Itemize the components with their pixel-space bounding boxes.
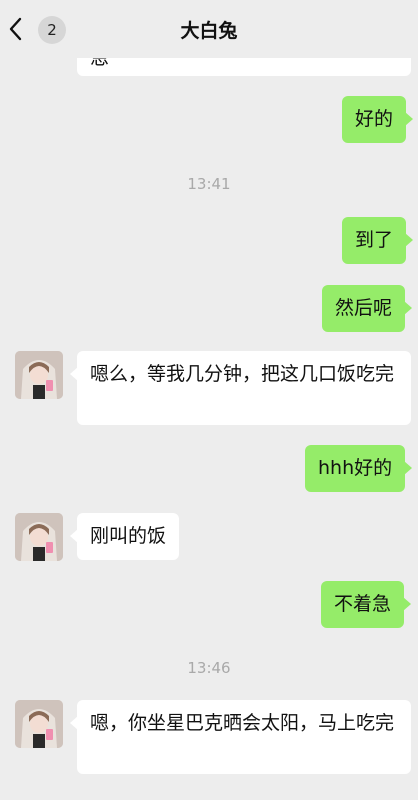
message-text: 嗯么，等我几分钟，把这几口饭吃完 <box>90 363 395 385</box>
avatar-photo <box>15 700 63 748</box>
contact-avatar[interactable] <box>15 351 63 399</box>
unread-count-badge[interactable]: 2 <box>38 16 66 44</box>
avatar-photo <box>15 351 63 399</box>
message-text: 然后呢 <box>335 297 393 319</box>
message-bubble-incoming[interactable]: 嗯，你坐星巴克晒会太阳，马上吃完 <box>70 700 411 774</box>
message-text: 刚叫的饭 <box>90 525 167 547</box>
message-text: 好的 <box>355 108 394 130</box>
chat-message-list[interactable]: 恩 好的 13:41 到了 然后呢 嗯么，等我几分钟，把这几口饭吃完 hhh好的 <box>0 0 418 800</box>
avatar-photo <box>15 513 63 561</box>
message-text: hhh好的 <box>318 457 393 479</box>
message-bubble-outgoing[interactable]: 然后呢 <box>322 285 413 332</box>
message-bubble-incoming[interactable]: 嗯么，等我几分钟，把这几口饭吃完 <box>70 351 411 425</box>
contact-avatar[interactable] <box>15 700 63 748</box>
message-bubble-incoming[interactable]: 刚叫的饭 <box>69 513 180 560</box>
message-text: 不着急 <box>334 593 392 615</box>
timestamp: 13:46 <box>187 659 231 677</box>
message-bubble-outgoing[interactable]: hhh好的 <box>305 445 413 492</box>
message-bubble-outgoing[interactable]: 到了 <box>342 217 414 264</box>
message-text: 嗯，你坐星巴克晒会太阳，马上吃完 <box>90 712 395 734</box>
nav-bar: 2 大白兔 <box>0 0 418 58</box>
chevron-left-icon <box>9 17 22 41</box>
timestamp: 13:41 <box>187 175 231 193</box>
message-text: 到了 <box>355 229 394 251</box>
contact-avatar[interactable] <box>15 513 63 561</box>
message-bubble-outgoing[interactable]: 不着急 <box>321 581 412 628</box>
message-bubble-outgoing[interactable]: 好的 <box>342 96 414 143</box>
